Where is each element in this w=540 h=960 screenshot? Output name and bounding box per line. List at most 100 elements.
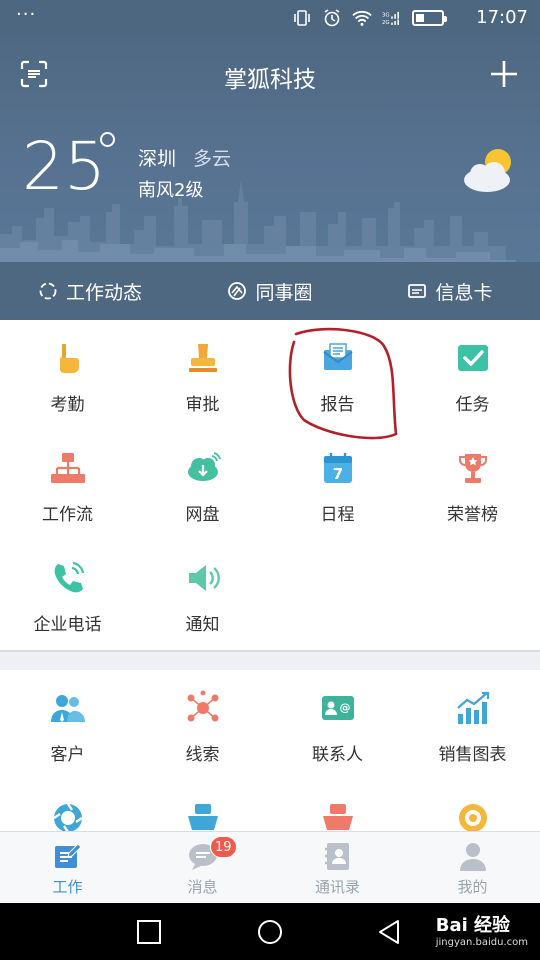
workflow-icon bbox=[50, 453, 85, 483]
status-time: 17:07 bbox=[476, 7, 528, 28]
app-attendance[interactable]: 考勤 bbox=[0, 320, 135, 430]
app-enterprise-phone[interactable]: 企业电话 bbox=[0, 540, 135, 650]
nav-work[interactable]: 工作 bbox=[0, 832, 135, 903]
home-icon[interactable] bbox=[257, 919, 283, 945]
alarm-icon bbox=[324, 9, 340, 27]
unread-badge: 19 bbox=[210, 836, 237, 858]
app-ship[interactable] bbox=[135, 780, 270, 832]
svg-text:2G: 2G bbox=[382, 20, 390, 26]
plus-icon[interactable] bbox=[488, 58, 520, 90]
app-label: 线索 bbox=[185, 745, 220, 765]
battery-icon bbox=[412, 10, 447, 26]
calendar-icon: 7 bbox=[323, 453, 352, 483]
tab-work-activity[interactable]: 工作动态 bbox=[0, 262, 180, 320]
circle-icon bbox=[228, 282, 247, 300]
app-grid-secondary: 客户 线索 @ 联系人 销售图表 bbox=[0, 670, 540, 832]
app-notice[interactable]: 通知 bbox=[135, 540, 270, 650]
weather-condition: 多云 bbox=[193, 148, 232, 170]
customer-icon bbox=[50, 695, 85, 722]
recent-apps-icon[interactable] bbox=[136, 919, 162, 945]
nav-profile[interactable]: 我的 bbox=[405, 832, 540, 903]
page-title: 掌狐科技 bbox=[224, 67, 316, 93]
app-contacts[interactable]: @ 联系人 bbox=[270, 670, 405, 780]
status-bar: ··· 3G 2G 17:07 bbox=[0, 0, 540, 36]
app-grid-primary: 考勤 审批 报告 任务 工作流 网盘 7 日程 荣誉榜 企业电话 通知 bbox=[0, 320, 540, 650]
profile-icon bbox=[459, 843, 486, 871]
report-icon bbox=[322, 343, 353, 370]
wifi-icon bbox=[352, 10, 372, 26]
app-label: 销售图表 bbox=[438, 745, 507, 765]
target-icon bbox=[458, 804, 487, 832]
nav-label: 通讯录 bbox=[314, 878, 360, 896]
app-label: 报告 bbox=[320, 395, 355, 415]
app-schedule[interactable]: 7 日程 bbox=[270, 430, 405, 540]
nav-label: 消息 bbox=[187, 878, 218, 896]
tab-colleague-circle[interactable]: 同事圈 bbox=[180, 262, 360, 320]
app-target[interactable] bbox=[405, 780, 540, 832]
app-workflow[interactable]: 工作流 bbox=[0, 430, 135, 540]
nav-label: 我的 bbox=[457, 878, 488, 896]
app-label: 考勤 bbox=[50, 395, 85, 415]
watermark-brand: Bai 经验 bbox=[435, 915, 511, 936]
section-divider bbox=[0, 650, 540, 652]
app-report[interactable]: 报告 bbox=[270, 320, 405, 430]
app-cloud-drive[interactable]: 网盘 bbox=[135, 430, 270, 540]
tab-label: 信息卡 bbox=[435, 281, 493, 304]
system-navigation: Bai 经验 jingyan.baidu.com bbox=[0, 903, 540, 960]
nav-label: 工作 bbox=[52, 878, 83, 896]
degree-symbol bbox=[100, 132, 115, 147]
app-label: 荣誉榜 bbox=[447, 505, 498, 525]
app-task[interactable]: 任务 bbox=[405, 320, 540, 430]
app-clue[interactable]: 线索 bbox=[135, 670, 270, 780]
cloud-drive-icon bbox=[187, 452, 221, 481]
sales-chart-icon bbox=[456, 691, 489, 724]
cycle-icon bbox=[52, 803, 83, 832]
vibrate-icon bbox=[294, 10, 310, 26]
phone-icon bbox=[54, 561, 84, 593]
signal-icon: 3G2G bbox=[382, 11, 399, 26]
app-label: 客户 bbox=[50, 745, 85, 765]
card-icon bbox=[408, 284, 427, 298]
app-label: 任务 bbox=[455, 395, 490, 415]
activity-icon bbox=[39, 282, 57, 300]
feature-tabs: 工作动态 同事圈 信息卡 bbox=[0, 262, 540, 320]
app-cycle[interactable] bbox=[0, 780, 135, 832]
notification-dots: ··· bbox=[16, 4, 37, 25]
hand-icon bbox=[59, 344, 79, 373]
app-label: 网盘 bbox=[185, 505, 220, 525]
clue-icon bbox=[187, 690, 218, 722]
city-skyline bbox=[0, 180, 516, 262]
watermark: Bai 经验 jingyan.baidu.com bbox=[436, 911, 528, 948]
app-label: 工作流 bbox=[42, 505, 93, 525]
app-sales-chart[interactable]: 销售图表 bbox=[405, 670, 540, 780]
back-icon[interactable] bbox=[376, 919, 402, 945]
app-ship-red[interactable] bbox=[270, 780, 405, 832]
work-icon bbox=[54, 843, 82, 868]
app-label: 通知 bbox=[185, 615, 220, 635]
tab-label: 同事圈 bbox=[255, 281, 313, 304]
tab-label: 工作动态 bbox=[65, 281, 142, 304]
header: 掌狐科技 25 深圳 多云 南风2级 bbox=[0, 36, 540, 262]
svg-text:7: 7 bbox=[332, 465, 342, 483]
contact-icon: @ bbox=[321, 696, 354, 720]
svg-text:@: @ bbox=[339, 701, 350, 714]
weather-city: 深圳 bbox=[138, 148, 177, 170]
bottom-navigation: 工作 19 消息 通讯录 我的 bbox=[0, 831, 540, 903]
task-icon bbox=[457, 345, 488, 371]
nav-messages[interactable]: 19 消息 bbox=[135, 832, 270, 903]
tab-info-card[interactable]: 信息卡 bbox=[360, 262, 540, 320]
ship-icon bbox=[187, 804, 218, 830]
watermark-url: jingyan.baidu.com bbox=[435, 937, 528, 948]
app-label: 企业电话 bbox=[33, 615, 102, 635]
stamp-icon bbox=[188, 344, 217, 372]
app-label: 日程 bbox=[320, 505, 355, 525]
app-label: 联系人 bbox=[312, 745, 363, 765]
nav-address-book[interactable]: 通讯录 bbox=[270, 832, 405, 903]
speaker-icon bbox=[188, 565, 220, 591]
ship-red-icon bbox=[322, 804, 353, 830]
trophy-icon bbox=[458, 454, 487, 483]
svg-text:3G: 3G bbox=[382, 12, 390, 18]
app-customer[interactable]: 客户 bbox=[0, 670, 135, 780]
app-approval[interactable]: 审批 bbox=[135, 320, 270, 430]
app-honor-board[interactable]: 荣誉榜 bbox=[405, 430, 540, 540]
